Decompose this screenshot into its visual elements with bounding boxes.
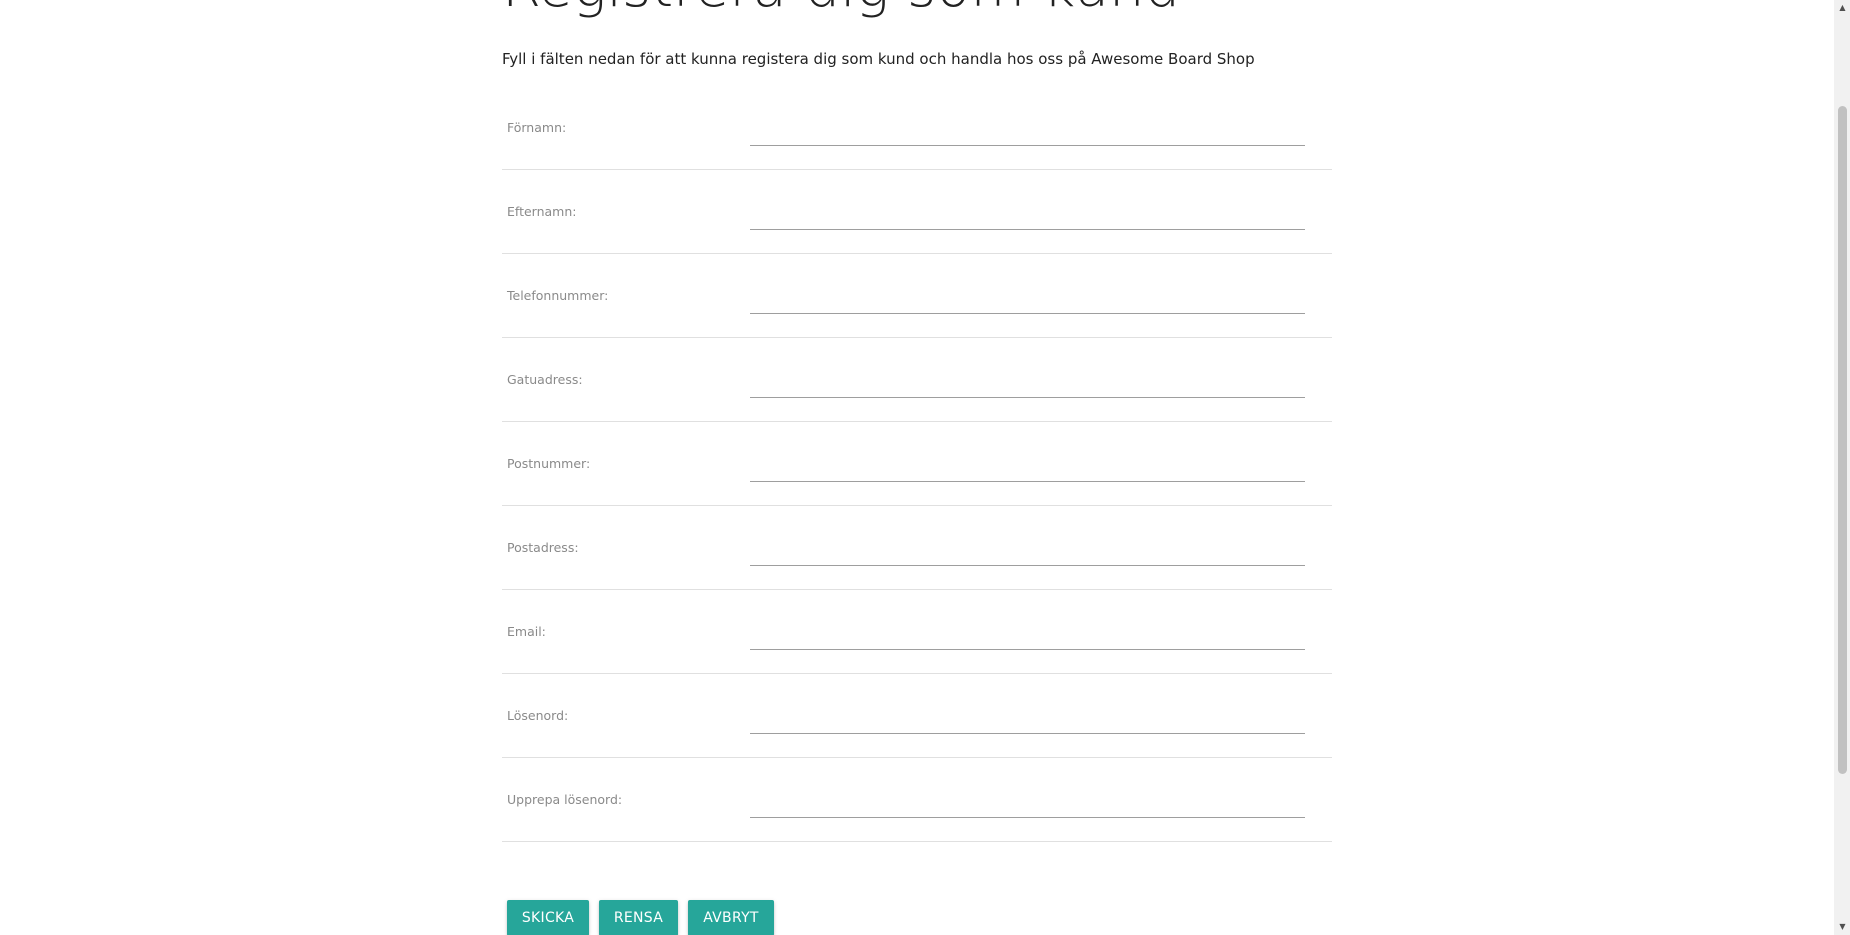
last-name-input[interactable] (750, 194, 1305, 230)
last-name-label: Efternamn: (507, 204, 577, 219)
scroll-up-arrow-icon[interactable]: ▲ (1836, 2, 1849, 14)
repeat-password-input[interactable] (750, 782, 1305, 818)
registration-form: Förnamn: Efternamn: Telefonnummer: Gatua… (502, 86, 1332, 842)
street-address-input[interactable] (750, 362, 1305, 398)
submit-button[interactable]: SKICKA (507, 900, 589, 935)
first-name-input[interactable] (750, 110, 1305, 146)
email-label: Email: (507, 624, 546, 639)
scroll-down-arrow-icon[interactable]: ▼ (1836, 921, 1849, 933)
repeat-password-label: Upprepa lösenord: (507, 792, 623, 807)
page-intro: Fyll i fälten nedan för att kunna regist… (502, 50, 1255, 68)
form-row-city: Postadress: (502, 506, 1332, 590)
first-name-label: Förnamn: (507, 120, 567, 135)
password-input[interactable] (750, 698, 1305, 734)
form-row-street-address: Gatuadress: (502, 338, 1332, 422)
page-title: Registrera dig som kund (502, 0, 1180, 20)
email-input[interactable] (750, 614, 1305, 650)
city-input[interactable] (750, 530, 1305, 566)
postal-code-input[interactable] (750, 446, 1305, 482)
form-row-postal-code: Postnummer: (502, 422, 1332, 506)
page-scrollbar-thumb[interactable] (1838, 106, 1847, 774)
form-row-email: Email: (502, 590, 1332, 674)
city-label: Postadress: (507, 540, 579, 555)
postal-code-label: Postnummer: (507, 456, 591, 471)
form-row-last-name: Efternamn: (502, 170, 1332, 254)
reset-button[interactable]: RENSA (599, 900, 678, 935)
page: Registrera dig som kund Fyll i fälten ne… (0, 0, 1850, 935)
phone-label: Telefonnummer: (507, 288, 609, 303)
phone-input[interactable] (750, 278, 1305, 314)
form-row-first-name: Förnamn: (502, 86, 1332, 170)
form-row-password: Lösenord: (502, 674, 1332, 758)
password-label: Lösenord: (507, 708, 569, 723)
cancel-button[interactable]: AVBRYT (688, 900, 774, 935)
form-row-phone: Telefonnummer: (502, 254, 1332, 338)
form-row-repeat-password: Upprepa lösenord: (502, 758, 1332, 842)
street-address-label: Gatuadress: (507, 372, 583, 387)
